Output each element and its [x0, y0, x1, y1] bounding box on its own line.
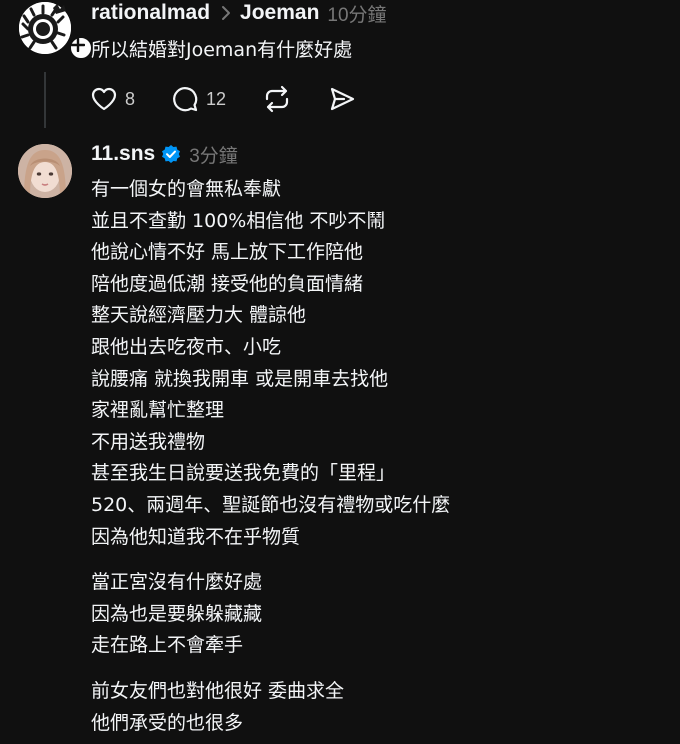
post-header: rationalmad Joeman 10分鐘	[91, 0, 387, 26]
profile-photo-icon	[18, 144, 72, 198]
avatar-logo-icon	[19, 2, 71, 54]
repost-icon	[265, 85, 289, 113]
thread-connector	[44, 72, 46, 128]
post-timestamp: 10分鐘	[327, 4, 387, 26]
reply-line: 甚至我生日說要送我免費的「里程」	[91, 462, 396, 485]
reply-line: 520、兩週年、聖誕節也沒有禮物或吃什麼	[91, 493, 451, 516]
reply-line: 陪他度過低潮 接受他的負面情緒	[91, 272, 364, 295]
reply-body: 有一個女的會無私奉獻 並且不查勤 100%相信他 不吵不鬧 他說心情不好 馬上放…	[91, 174, 450, 739]
plus-icon	[71, 38, 85, 52]
reply-line: 前女友們也對他很好 委曲求全	[91, 679, 345, 702]
reply-author-name[interactable]: 11.sns	[91, 142, 155, 166]
heart-icon	[91, 87, 117, 111]
verified-badge-icon	[161, 144, 181, 164]
post-actions: 8 12	[90, 84, 356, 114]
reply-header: 11.sns 3分鐘	[91, 141, 238, 167]
reply-line: 並且不查勤 100%相信他 不吵不鬧	[91, 209, 386, 232]
reply-line: 他們承受的也很多	[91, 711, 244, 734]
author-avatar[interactable]	[19, 2, 94, 61]
reply-line: 因為他知道我不在乎物質	[91, 525, 301, 548]
reply-line: 不用送我禮物	[91, 430, 206, 453]
topic-tag[interactable]: Joeman	[240, 1, 319, 25]
threads-page: rationalmad Joeman 10分鐘 所以結婚對Joeman有什麼好處…	[0, 0, 680, 744]
reply-author-avatar[interactable]	[18, 144, 72, 198]
send-icon	[330, 87, 355, 111]
reply-line: 整天說經濟壓力大 體諒他	[91, 304, 307, 327]
like-count: 8	[125, 88, 136, 109]
reply-line: 跟他出去吃夜市、小吃	[91, 335, 282, 358]
reply-line: 有一個女的會無私奉獻	[91, 178, 282, 200]
reply-line: 走在路上不會牽手	[91, 634, 244, 657]
reply-line: 當正宮沒有什麼好處	[91, 571, 263, 594]
repost-button[interactable]	[262, 85, 292, 113]
chevron-right-icon	[221, 5, 231, 21]
like-button[interactable]: 8	[90, 86, 135, 112]
post-author-name[interactable]: rationalmad	[91, 1, 210, 25]
reply-line: 家裡亂幫忙整理	[91, 399, 225, 422]
reply-line: 說腰痛 就換我開車 或是開車去找他	[91, 367, 389, 390]
reply-button[interactable]: 12	[171, 85, 226, 113]
post-text: 所以結婚對Joeman有什麼好處	[91, 39, 353, 61]
reply-count: 12	[206, 88, 227, 109]
reply-line: 他說心情不好 馬上放下工作陪他	[91, 241, 364, 264]
share-button[interactable]	[328, 85, 356, 113]
reply-line: 因為也是要躲躲藏藏	[91, 602, 263, 625]
comment-icon	[173, 87, 198, 112]
reply-timestamp: 3分鐘	[189, 145, 238, 167]
